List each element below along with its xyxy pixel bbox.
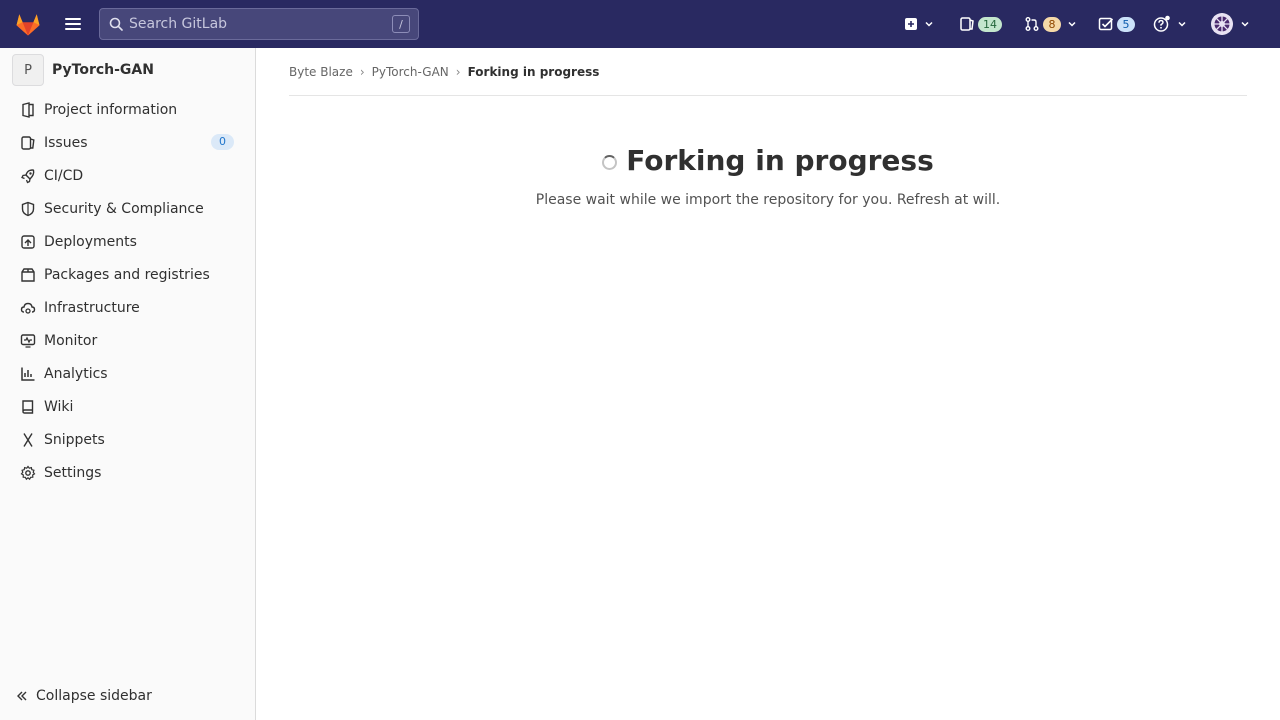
merge-requests-count-badge: 8 (1043, 16, 1061, 32)
deployments-icon (21, 234, 35, 249)
chevron-down-icon (1068, 21, 1076, 27)
sidebar-item-label: CI/CD (44, 167, 84, 184)
main-content: Byte Blaze › PyTorch-GAN › Forking in pr… (256, 48, 1280, 720)
sidebar-item-label: Deployments (44, 233, 137, 250)
chart-icon (21, 367, 35, 381)
issues-nav-button[interactable]: 14 (959, 0, 1002, 48)
project-icon (22, 101, 34, 118)
collapse-sidebar-button[interactable]: Collapse sidebar (0, 672, 255, 720)
sidebar-item-label: Issues (44, 134, 88, 151)
sidebar-item-label: Project information (44, 101, 178, 118)
merge-request-icon (1025, 17, 1039, 31)
issues-count-badge: 0 (211, 134, 234, 150)
chevron-down-icon (925, 21, 933, 27)
search-input[interactable]: Search GitLab / (99, 8, 419, 40)
sidebar-item-wiki[interactable]: Wiki (0, 390, 255, 423)
issues-icon (960, 17, 974, 31)
search-shortcut-hint: / (392, 15, 410, 33)
collapse-sidebar-label: Collapse sidebar (36, 688, 152, 704)
sidebar-item-label: Infrastructure (44, 299, 140, 316)
loading-spinner-icon (602, 155, 618, 170)
chevron-down-icon (1178, 21, 1186, 27)
sidebar-item-issues[interactable]: Issues 0 (0, 126, 255, 159)
search-placeholder: Search GitLab (129, 16, 228, 32)
sidebar-project-header[interactable]: P PyTorch-GAN (0, 48, 255, 92)
chevron-right-icon: › (455, 64, 461, 79)
help-question-icon (1153, 15, 1170, 32)
project-name: PyTorch-GAN (52, 62, 154, 78)
sidebar-item-label: Monitor (44, 332, 98, 349)
monitor-icon (20, 333, 36, 348)
sidebar-item-label: Security & Compliance (44, 200, 204, 217)
fork-status-message: Please wait while we import the reposito… (535, 192, 1001, 208)
merge-requests-dropdown[interactable]: 8 (1024, 0, 1077, 48)
sidebar-item-monitor[interactable]: Monitor (0, 324, 255, 357)
sidebar-item-security-compliance[interactable]: Security & Compliance (0, 192, 255, 225)
sidebar-item-label: Analytics (44, 365, 108, 382)
sidebar: P PyTorch-GAN Project information Issues… (0, 48, 256, 720)
breadcrumb-current[interactable]: Forking in progress (468, 65, 600, 79)
top-navbar: Search GitLab / 14 8 5 (0, 0, 1280, 48)
cloud-gear-icon (20, 302, 36, 314)
todos-count-badge: 5 (1117, 16, 1135, 32)
sidebar-item-analytics[interactable]: Analytics (0, 357, 255, 390)
create-new-dropdown[interactable] (904, 0, 934, 48)
project-avatar: P (12, 54, 44, 86)
sidebar-item-ci-cd[interactable]: CI/CD (0, 159, 255, 192)
sidebar-item-label: Snippets (44, 431, 105, 448)
chevron-down-icon (1241, 21, 1249, 27)
package-icon (21, 267, 35, 282)
sidebar-item-deployments[interactable]: Deployments (0, 225, 255, 258)
issues-icon (21, 135, 35, 150)
help-dropdown[interactable] (1153, 0, 1187, 48)
todo-checkbox-icon (1098, 17, 1114, 31)
chevron-right-icon: › (359, 64, 365, 79)
sidebar-item-infrastructure[interactable]: Infrastructure (0, 291, 255, 324)
breadcrumb: Byte Blaze › PyTorch-GAN › Forking in pr… (289, 48, 1247, 96)
gitlab-logo-icon[interactable] (14, 10, 42, 38)
user-menu-dropdown[interactable] (1210, 0, 1250, 48)
gear-icon (20, 465, 36, 480)
page-title: Forking in progress (626, 144, 934, 177)
sidebar-item-project-information[interactable]: Project information (0, 93, 255, 126)
sidebar-item-label: Wiki (44, 398, 74, 415)
sidebar-item-label: Packages and registries (44, 266, 210, 283)
book-icon (22, 399, 34, 414)
sidebar-item-packages-registries[interactable]: Packages and registries (0, 258, 255, 291)
fork-status-heading: Forking in progress (256, 144, 1280, 177)
shield-icon (21, 201, 35, 216)
hamburger-menu-icon[interactable] (60, 12, 86, 36)
sidebar-item-label: Settings (44, 464, 102, 481)
plus-square-icon (905, 18, 917, 30)
breadcrumb-link-project[interactable]: PyTorch-GAN (372, 65, 449, 79)
rocket-icon (21, 168, 35, 183)
double-chevron-left-icon (17, 691, 27, 701)
sidebar-item-snippets[interactable]: Snippets (0, 423, 255, 456)
issues-count-badge: 14 (978, 16, 1002, 32)
user-avatar-icon (1211, 13, 1233, 35)
breadcrumb-link-group[interactable]: Byte Blaze (289, 65, 353, 79)
scissors-icon (23, 432, 33, 447)
todos-nav-button[interactable]: 5 (1098, 0, 1135, 48)
sidebar-item-settings[interactable]: Settings (0, 456, 255, 489)
search-icon (109, 17, 123, 31)
